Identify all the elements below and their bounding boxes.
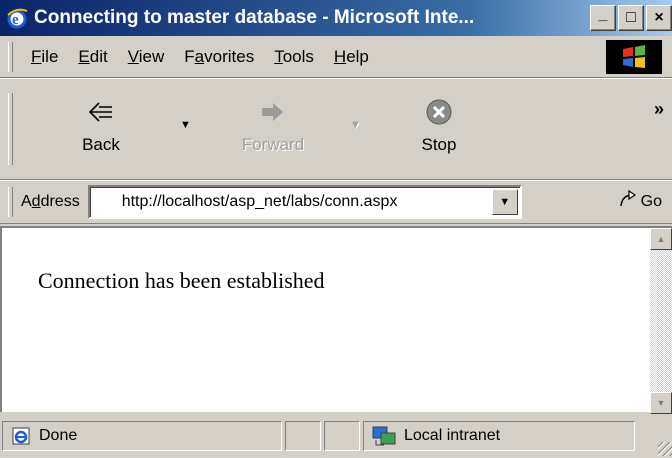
status-bar: Done Local intranet [0,414,672,458]
minimize-button[interactable]: _ [590,5,616,31]
browser-window: e Connecting to master database - Micros… [0,0,672,458]
forward-dropdown-icon[interactable]: ▼ [350,119,361,131]
scroll-down-icon: ▼ [656,398,666,408]
menu-help[interactable]: Help [324,47,379,67]
status-main-pane: Done [2,421,282,451]
page-done-icon [11,426,31,446]
scroll-down-button[interactable]: ▼ [650,392,672,414]
go-arrow-icon [618,189,638,214]
toolbar-overflow-icon[interactable]: » [654,99,664,120]
menu-view[interactable]: View [118,47,175,67]
resize-grip-icon[interactable] [658,442,672,456]
status-text: Done [39,427,78,444]
status-pane-progress [285,421,321,451]
back-label: Back [82,135,120,154]
back-arrow-icon [56,97,146,127]
address-bar: Address ▼ Go [0,180,672,224]
standard-toolbar: Back ▼ Forward ▼ Stop » [0,78,672,180]
status-zone-pane: Local intranet [363,421,635,451]
menu-grip[interactable] [8,42,13,72]
scroll-up-icon: ▲ [656,234,666,244]
vertical-scrollbar[interactable]: ▲ ▼ [650,228,672,414]
svg-text:e: e [12,12,19,28]
ie-logo-icon: e [6,7,28,29]
zone-label: Local intranet [404,427,501,444]
stop-label: Stop [421,135,457,154]
menu-file[interactable]: File [21,47,68,67]
stop-icon [394,97,484,127]
toolbar-grip[interactable] [8,93,13,165]
scroll-up-button[interactable]: ▲ [650,228,672,250]
address-label: Address [21,193,80,210]
connection-message: Connection has been established [38,268,325,293]
title-bar[interactable]: e Connecting to master database - Micros… [0,0,672,36]
menu-tools[interactable]: Tools [264,47,324,67]
local-intranet-icon [372,426,396,446]
back-dropdown-icon[interactable]: ▼ [180,119,191,131]
back-button[interactable]: Back [56,97,146,155]
go-button[interactable]: Go [618,189,662,214]
close-icon: × [654,9,664,26]
close-button[interactable]: × [646,5,672,31]
dropdown-arrow-icon: ▼ [499,196,511,208]
address-field[interactable]: ▼ [87,185,522,219]
menu-bar: File Edit View Favorites Tools Help [0,37,672,78]
go-label: Go [640,192,662,210]
status-pane-security [324,421,360,451]
window-title: Connecting to master database - Microsof… [34,7,475,28]
address-grip[interactable] [8,187,13,217]
forward-arrow-icon [228,97,318,127]
minimize-icon: _ [598,6,608,23]
forward-button[interactable]: Forward [228,97,318,155]
menu-favorites[interactable]: Favorites [174,47,264,67]
page-content: Connection has been established ▲ ▼ [0,226,672,414]
address-input[interactable] [119,192,514,212]
maximize-icon: □ [626,9,636,26]
forward-label: Forward [241,135,305,154]
address-dropdown-button[interactable]: ▼ [491,189,518,215]
maximize-button[interactable]: □ [618,5,644,31]
menu-edit[interactable]: Edit [68,47,117,67]
stop-button[interactable]: Stop [394,97,484,155]
windows-logo-icon [606,40,662,74]
